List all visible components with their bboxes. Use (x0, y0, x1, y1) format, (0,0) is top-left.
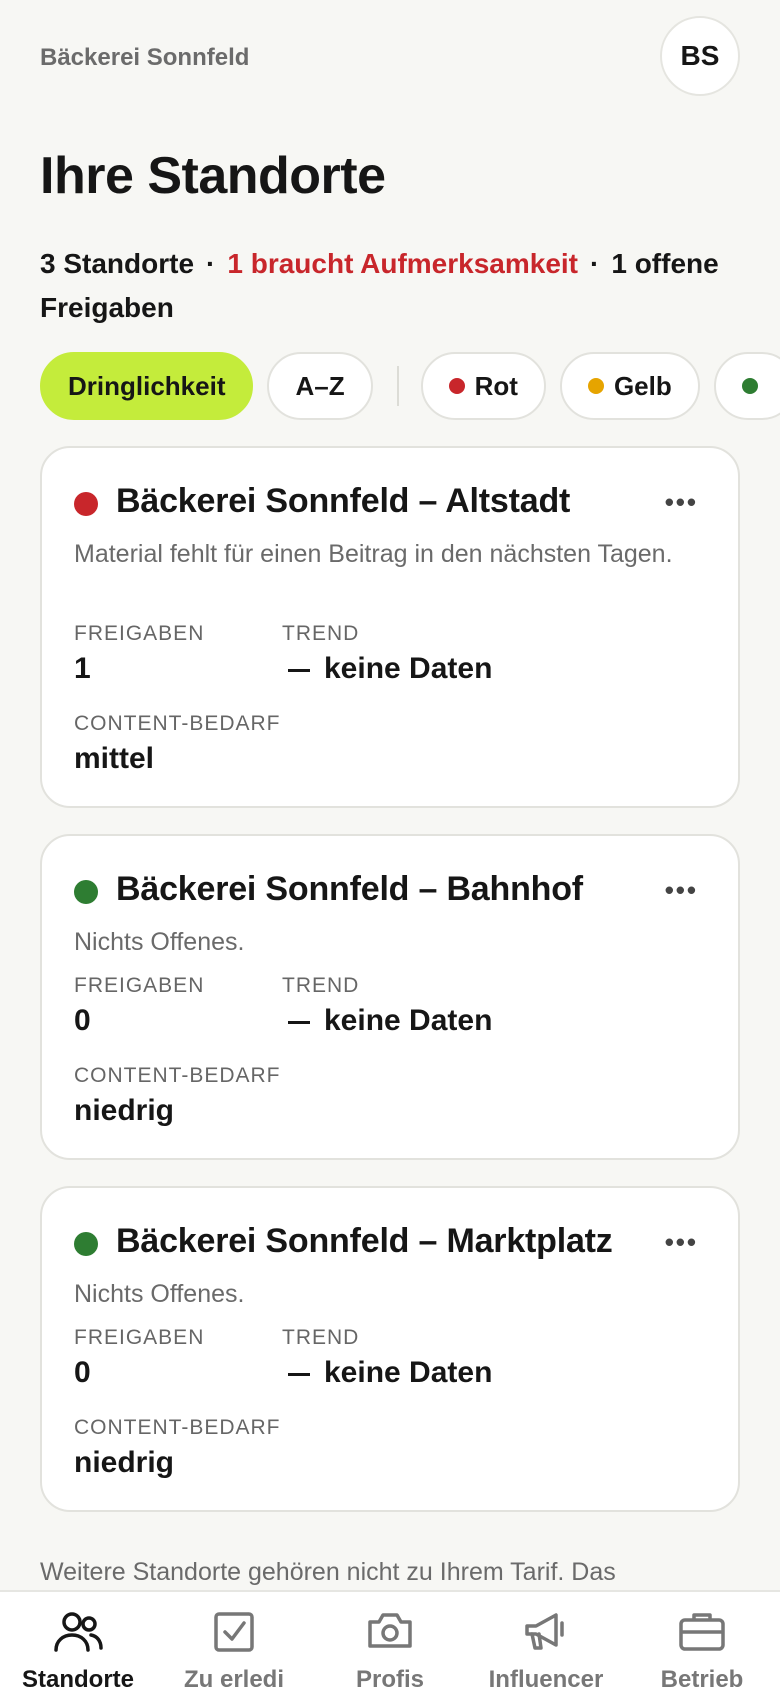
nav-label: Zu erledi (183, 1666, 285, 1688)
nav-label: Profis (355, 1666, 424, 1688)
filter-chip-red[interactable]: Rot (420, 352, 546, 420)
summary-line: 3 Standorte · 1 braucht Aufmerksamkeit · 1 o… (40, 242, 730, 330)
users-icon (54, 1612, 103, 1652)
chip-label: Gelb (613, 370, 672, 401)
chip-label: A–Z (295, 370, 345, 401)
trend-label: TREND (282, 622, 360, 645)
page-title: Ihre Standorte (40, 147, 386, 205)
freigaben-label: FREIGABEN (74, 974, 205, 997)
trend-flat-icon (288, 1372, 310, 1376)
app-screen: Bäckerei Sonnfeld BS Ihre Standorte 3 St… (0, 0, 780, 1688)
status-red-dot-icon (74, 492, 98, 516)
status-green-dot-icon (74, 1232, 98, 1256)
separator: · (206, 248, 216, 279)
more-options-icon[interactable]: ••• (665, 1229, 698, 1255)
location-card-altstadt[interactable]: Bäckerei Sonnfeld – Altstadt ••• Materia… (40, 446, 740, 808)
filter-chip-green[interactable] (713, 352, 780, 420)
trend-flat-icon (288, 668, 310, 672)
checkbox-icon (214, 1612, 254, 1652)
top-bar: Bäckerei Sonnfeld BS (40, 16, 740, 96)
sort-chip-urgency[interactable]: Dringlichkeit (40, 352, 254, 420)
avatar[interactable]: BS (660, 16, 740, 96)
location-name: Bäckerei Sonnfeld – Altstadt (116, 482, 571, 520)
content-need-value: niedrig (74, 1446, 175, 1479)
location-name: Bäckerei Sonnfeld – Marktplatz (116, 1222, 613, 1260)
freigaben-label: FREIGABEN (74, 1326, 205, 1349)
freigaben-label: FREIGABEN (74, 622, 205, 645)
filter-bar: Dringlichkeit A–Z Rot Gelb (40, 352, 780, 420)
trend-text: keine Daten (324, 1004, 493, 1037)
location-card-marktplatz[interactable]: Bäckerei Sonnfeld – Marktplatz ••• Nicht… (40, 1186, 740, 1512)
nav-item-todo[interactable]: Zu erledi (156, 1592, 312, 1688)
content-need-label: CONTENT-BEDARF (74, 1416, 281, 1439)
nav-label: Betrieb (660, 1666, 744, 1688)
location-description: Nichts Offenes. (74, 928, 245, 956)
nav-label: Standorte (21, 1666, 134, 1688)
content-need-value: niedrig (74, 1094, 175, 1127)
trend-text: keine Daten (324, 652, 493, 685)
separator: · (590, 248, 600, 279)
bottom-nav: Standorte Zu erledi Profis Influencer Be… (0, 1590, 780, 1688)
freigaben-value: 1 (74, 652, 91, 685)
chip-label: Rot (474, 370, 518, 401)
sort-chip-az[interactable]: A–Z (267, 352, 373, 420)
trend-label: TREND (282, 974, 360, 997)
trend-text: keine Daten (324, 1356, 493, 1389)
megaphone-icon (525, 1613, 564, 1650)
content-need-value: mittel (74, 742, 155, 775)
green-dot-icon (741, 378, 758, 394)
status-green-dot-icon (74, 880, 98, 904)
freigaben-value: 0 (74, 1004, 91, 1037)
nav-item-standorte[interactable]: Standorte (0, 1592, 156, 1688)
location-description: Nichts Offenes. (74, 1280, 245, 1308)
content-need-label: CONTENT-BEDARF (74, 712, 281, 735)
content-need-label: CONTENT-BEDARF (74, 1064, 281, 1087)
location-description: Material fehlt für einen Beitrag in den … (74, 540, 673, 568)
briefcase-icon (679, 1613, 725, 1651)
location-count: 3 Standorte (40, 248, 195, 279)
location-name: Bäckerei Sonnfeld – Bahnhof (116, 870, 583, 908)
trend-value: keine Daten (282, 652, 492, 686)
nav-item-influencer[interactable]: Influencer (468, 1592, 624, 1688)
red-dot-icon (448, 378, 465, 394)
nav-item-profis[interactable]: Profis (312, 1592, 468, 1688)
more-options-icon[interactable]: ••• (665, 489, 698, 515)
freigaben-value: 0 (74, 1356, 91, 1389)
location-card-bahnhof[interactable]: Bäckerei Sonnfeld – Bahnhof ••• Nichts O… (40, 834, 740, 1160)
brand-name: Bäckerei Sonnfeld (40, 44, 250, 71)
nav-label: Influencer (488, 1666, 604, 1688)
trend-value: keine Daten (282, 1356, 492, 1390)
trend-label: TREND (282, 1326, 360, 1349)
chip-label: Dringlichkeit (68, 370, 226, 401)
more-options-icon[interactable]: ••• (665, 877, 698, 903)
filter-chip-yellow[interactable]: Gelb (559, 352, 700, 420)
divider (396, 366, 399, 406)
trend-flat-icon (288, 1020, 310, 1024)
camera-icon (368, 1613, 412, 1648)
nav-item-betrieb[interactable]: Betrieb (624, 1592, 780, 1688)
trend-value: keine Daten (282, 1004, 492, 1038)
attention-count: 1 braucht Aufmerksamkeit (227, 248, 579, 279)
yellow-dot-icon (587, 378, 604, 394)
tariff-note: Weitere Standorte gehören nicht zu Ihrem… (40, 1558, 616, 1586)
